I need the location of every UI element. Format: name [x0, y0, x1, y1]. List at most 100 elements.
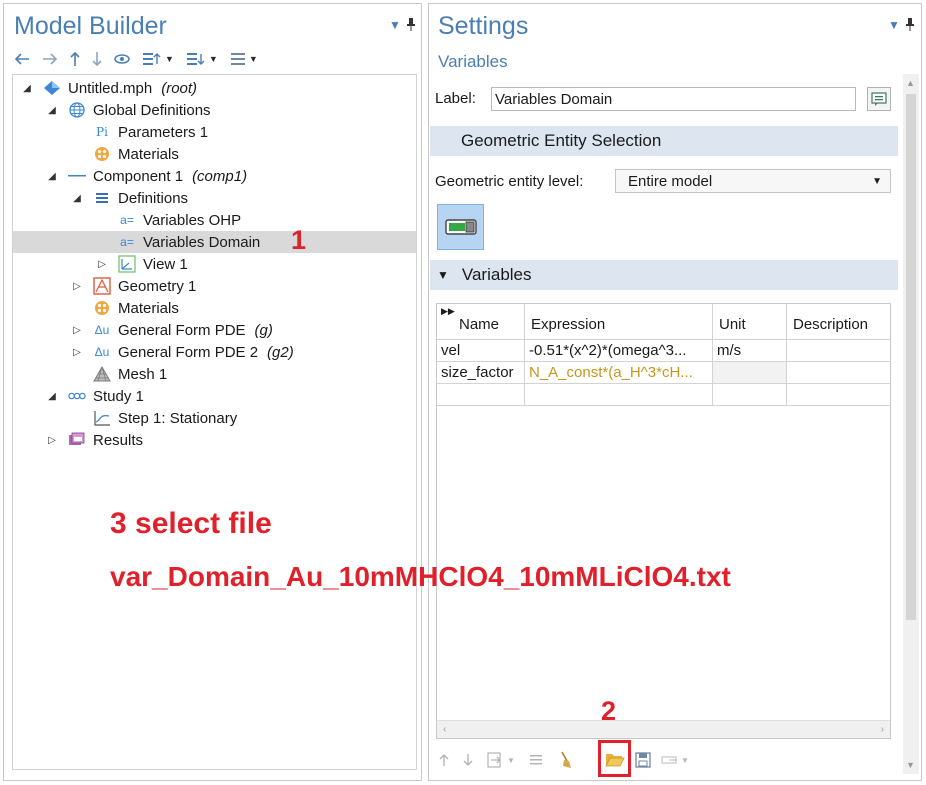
cell-name[interactable]: size_factor [437, 362, 525, 384]
move-down-icon[interactable] [463, 753, 473, 767]
tree-item-label: Materials [118, 299, 179, 317]
column-header-name[interactable]: ▶▶ Name [437, 304, 525, 340]
column-header-expression[interactable]: Expression [525, 304, 713, 340]
cell-expression[interactable]: -0.51*(x^2)*(omega^3... [525, 340, 713, 362]
cell-expression[interactable]: N_A_const*(a_H^3*cH... [525, 362, 713, 384]
tree-item-label: Global Definitions [93, 101, 211, 119]
tree-item[interactable]: ◢ Global Definitions [13, 99, 416, 121]
cell-unit[interactable]: m/s [713, 340, 787, 362]
cell-unit[interactable] [713, 384, 787, 406]
collapse-sections-icon[interactable]: ▼ [186, 48, 218, 70]
fast-forward-icon[interactable]: ▶▶ [441, 306, 455, 317]
tree-item[interactable]: ◢ Untitled.mph (root) [13, 77, 416, 99]
cell-description[interactable] [787, 384, 890, 406]
tree-item-label: Geometry 1 [118, 277, 197, 295]
section-title: Variables [461, 265, 532, 284]
scroll-up-icon[interactable]: ▲ [906, 78, 915, 88]
entity-level-select[interactable]: Entire model ▼ [615, 169, 891, 193]
scroll-right-icon[interactable]: › [881, 724, 884, 735]
tree-item[interactable]: Mesh 1 [13, 363, 416, 385]
expand-triangle-icon[interactable]: ▷ [96, 259, 108, 270]
tree-item-label: Materials [118, 145, 179, 163]
column-header-unit[interactable]: Unit [713, 304, 787, 340]
tree-item-tag: (root) [161, 79, 198, 97]
scroll-down-icon[interactable]: ▼ [906, 760, 915, 770]
back-arrow-icon[interactable] [14, 48, 30, 70]
pin-icon[interactable] [905, 18, 915, 34]
table-horizontal-scrollbar[interactable]: ‹ › [437, 720, 890, 738]
tree-item[interactable]: a= Variables Domain [13, 231, 416, 253]
insert-icon[interactable]: ▼ [487, 752, 515, 768]
collapse-triangle-icon[interactable]: ◢ [71, 193, 83, 204]
section-geometric-entity-selection[interactable]: Geometric Entity Selection [430, 126, 898, 156]
definitions-icon [93, 189, 111, 207]
collapse-triangle-icon[interactable]: ◢ [46, 105, 58, 116]
model-icon [43, 79, 61, 97]
open-folder-icon [604, 753, 625, 766]
tree-item[interactable]: ◢ Component 1 (comp1) [13, 165, 416, 187]
cell-unit[interactable] [713, 362, 787, 384]
panel-menu-icon[interactable]: ▼ [389, 18, 401, 32]
forward-arrow-icon[interactable] [42, 48, 58, 70]
expand-triangle-icon[interactable]: ▷ [71, 325, 83, 336]
tree-item[interactable]: ▷ View 1 [13, 253, 416, 275]
tree-item[interactable]: ◢ Study 1 [13, 385, 416, 407]
cell-description[interactable] [787, 340, 890, 362]
load-from-file-button[interactable] [598, 740, 631, 777]
collapse-triangle-icon[interactable]: ◢ [46, 391, 58, 402]
panel-menu-icon[interactable]: ▼ [888, 18, 900, 32]
chevron-down-icon[interactable]: ▼ [249, 54, 258, 64]
tree-item[interactable]: ▷ Δu General Form PDE (g) [13, 319, 416, 341]
pin-icon[interactable] [406, 18, 416, 34]
entity-level-value: Entire model [628, 172, 713, 190]
chevron-down-icon[interactable]: ▼ [681, 756, 689, 765]
cell-description[interactable] [787, 362, 890, 384]
tree-item-label: Definitions [118, 189, 189, 207]
tree-item[interactable]: ▷ Results [13, 429, 416, 451]
selection-toggle-button[interactable] [437, 204, 484, 250]
model-builder-panel: Model Builder ▼ ▼ ▼ ▼ ◢ Untitled.mph (ro… [3, 3, 422, 781]
tree-item-label: Parameters 1 [118, 123, 209, 141]
scrollbar-thumb[interactable] [906, 94, 916, 620]
tree-item[interactable]: ▷ Δu General Form PDE 2 (g2) [13, 341, 416, 363]
column-header-description[interactable]: Description [787, 304, 890, 340]
tree-item-tag: (g) [254, 321, 273, 339]
tree-item[interactable]: Materials [13, 143, 416, 165]
label-options-button[interactable] [867, 87, 891, 111]
tree-item[interactable]: ◢ Definitions [13, 187, 416, 209]
stationary-step-icon [93, 409, 111, 427]
tree-item[interactable]: a= Variables OHP [13, 209, 416, 231]
tree-item[interactable]: ▷ Geometry 1 [13, 275, 416, 297]
expand-triangle-icon[interactable]: ▷ [46, 435, 58, 446]
settings-scrollbar[interactable]: ▲ ▼ [903, 74, 919, 774]
section-variables[interactable]: ▼ Variables [430, 260, 898, 290]
tree-item-label: General Form PDE [118, 321, 246, 339]
down-arrow-icon[interactable] [92, 48, 102, 70]
scroll-left-icon[interactable]: ‹ [443, 724, 446, 735]
broom-icon[interactable] [559, 751, 573, 769]
save-icon[interactable] [635, 752, 651, 772]
expand-triangle-icon[interactable]: ▷ [71, 347, 83, 358]
cell-name[interactable]: vel [437, 340, 525, 362]
more-options-icon[interactable]: ▼ [661, 754, 689, 766]
cell-name[interactable] [437, 384, 525, 406]
expand-triangle-icon[interactable]: ▷ [71, 281, 83, 292]
show-icon[interactable] [114, 48, 130, 70]
expand-sections-icon[interactable]: ▼ [142, 48, 174, 70]
label-input[interactable] [491, 87, 856, 111]
chevron-down-icon[interactable]: ▼ [209, 54, 218, 64]
collapse-triangle-icon[interactable]: ◢ [46, 171, 58, 182]
tree-item[interactable]: Pi Parameters 1 [13, 121, 416, 143]
tree-item-label: Mesh 1 [118, 365, 168, 383]
chevron-down-icon[interactable]: ▼ [165, 54, 174, 64]
settings-title: Settings [438, 12, 529, 40]
tree-item[interactable]: Step 1: Stationary [13, 407, 416, 429]
clear-icon[interactable] [529, 753, 545, 767]
chevron-down-icon[interactable]: ▼ [507, 756, 515, 765]
move-up-icon[interactable] [439, 753, 449, 767]
up-arrow-icon[interactable] [70, 48, 80, 70]
collapse-triangle-icon[interactable]: ◢ [21, 83, 33, 94]
tree-item[interactable]: Materials [13, 297, 416, 319]
list-view-icon[interactable]: ▼ [230, 48, 258, 70]
cell-expression[interactable] [525, 384, 713, 406]
